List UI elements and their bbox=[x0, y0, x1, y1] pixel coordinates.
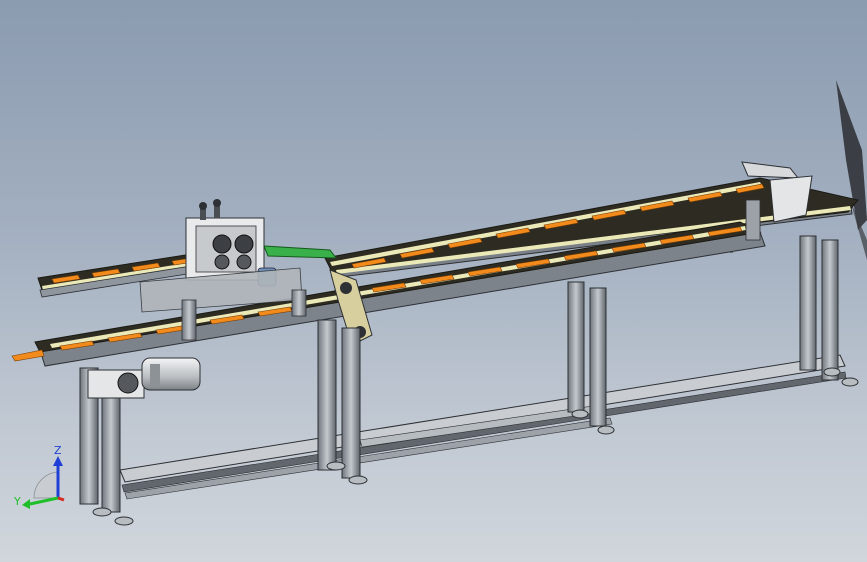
cutter-unit bbox=[139, 199, 338, 313]
z-axis-label: Z bbox=[54, 444, 62, 457]
floor-rails bbox=[119, 354, 847, 500]
z-axis-arrow bbox=[53, 456, 63, 466]
y-axis-line bbox=[29, 496, 59, 506]
coordinate-triad: Z Y bbox=[13, 444, 65, 509]
right-edge-blade bbox=[836, 80, 867, 260]
y-axis-arrow bbox=[22, 499, 30, 509]
conveyor-assembly-model[interactable]: Z Y bbox=[0, 0, 867, 562]
y-axis-label: Y bbox=[13, 495, 21, 508]
drive-motor bbox=[87, 357, 201, 399]
x-axis-line bbox=[57, 496, 65, 502]
graphics-viewport[interactable]: Z Y bbox=[0, 0, 867, 562]
hopper bbox=[741, 161, 813, 241]
